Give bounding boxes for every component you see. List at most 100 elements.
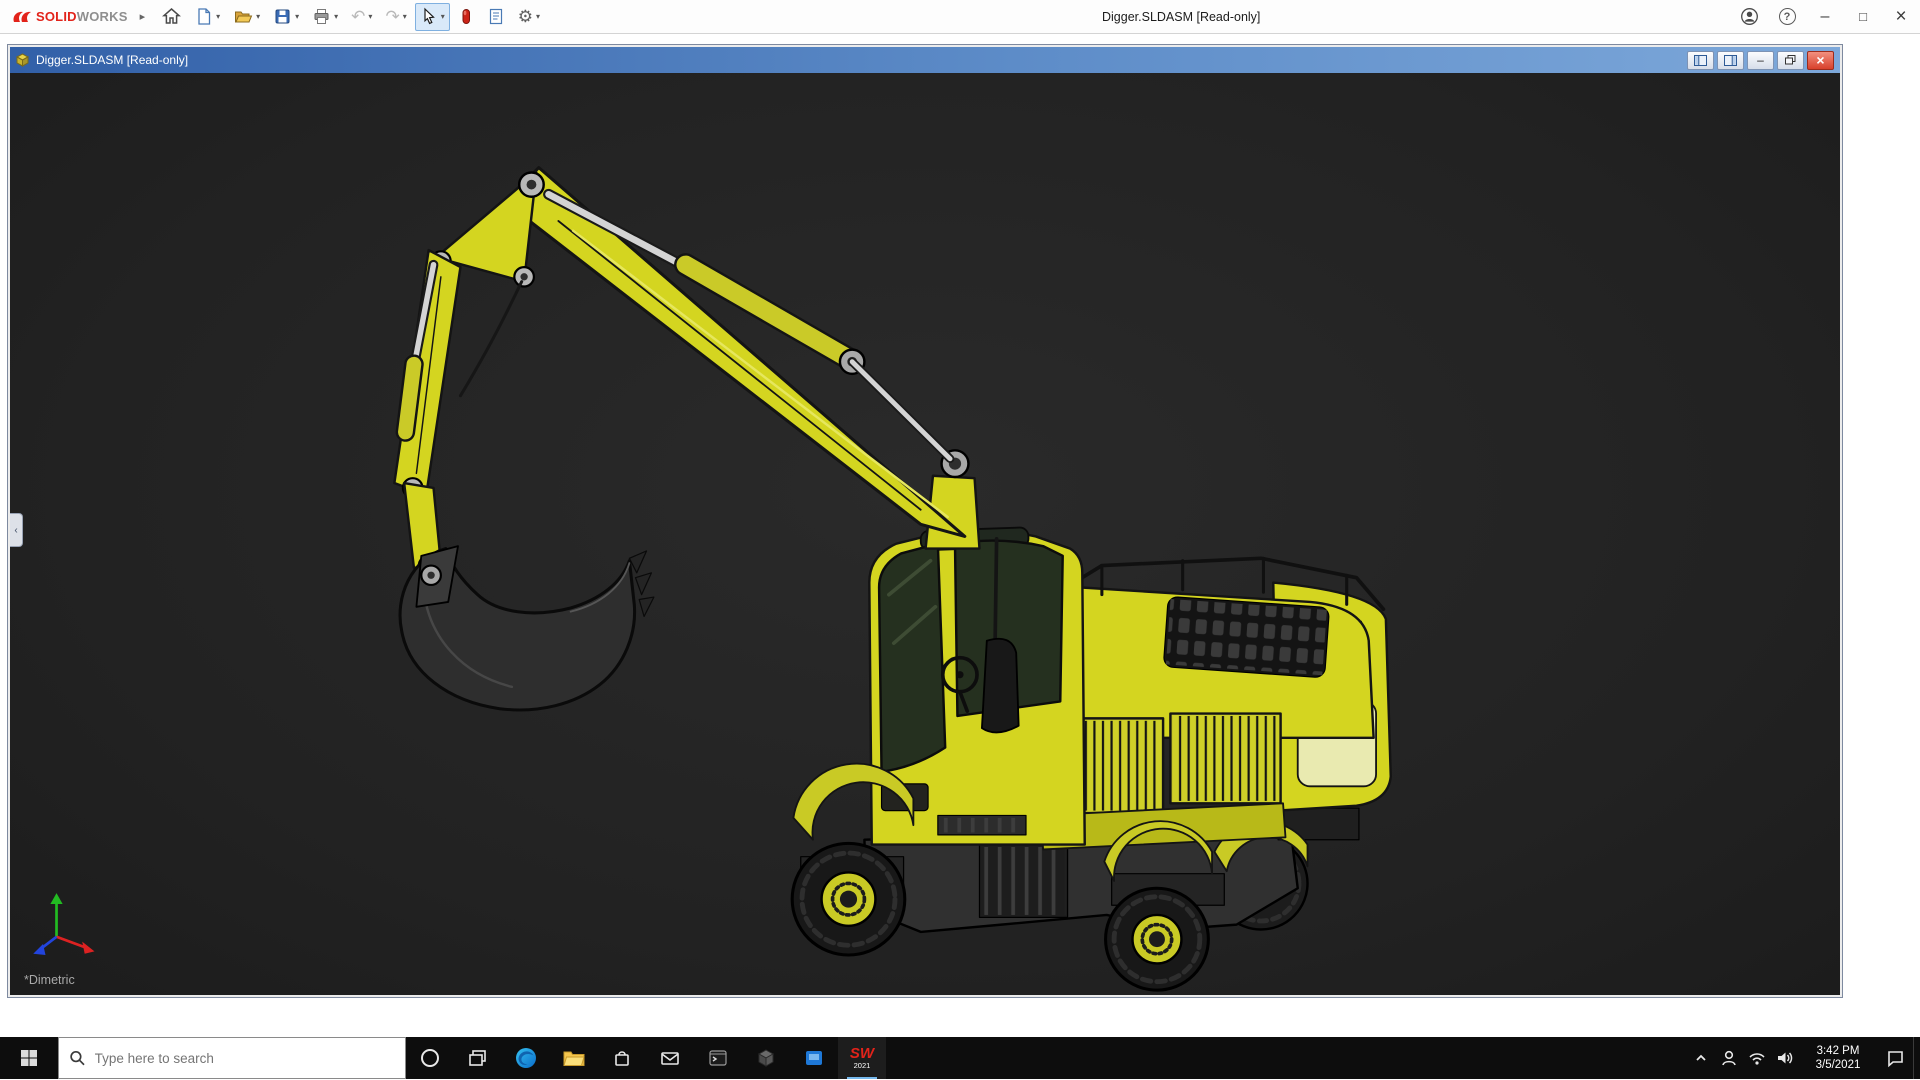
search-input[interactable]	[94, 1050, 395, 1066]
maximize-button[interactable]: □	[1844, 0, 1882, 34]
file-properties-button[interactable]	[482, 3, 510, 31]
open-button[interactable]: ▾	[228, 3, 265, 31]
file-properties-icon	[489, 8, 502, 25]
edge-button[interactable]	[502, 1037, 550, 1079]
help-icon: ?	[1778, 8, 1796, 25]
dropdown-caret-icon[interactable]: ▾	[216, 12, 220, 21]
cad-viewer-app-button[interactable]	[742, 1037, 790, 1079]
task-view-button[interactable]	[454, 1037, 502, 1079]
quick-access-toolbar: ▾ ▾ ▾ ▾ ↶ ▾ ↷ ▾ ▾ ⚙ ▾	[157, 2, 545, 31]
logo-text-solid: SOLID	[36, 9, 77, 24]
blue-window-app-icon	[806, 1051, 822, 1065]
select-cursor-icon	[424, 7, 435, 25]
solidworks-app: SOLID WORKS ▸ ▾ ▾ ▾ ▾ ↶ ▾ ↷ ▾ ▾ ⚙ ▾ Digg…	[0, 0, 1920, 1080]
panel-collapse-tab[interactable]: ‹	[10, 513, 23, 547]
orientation-triad	[33, 893, 95, 955]
clock-date: 3/5/2021	[1815, 1059, 1861, 1071]
chevron-up-icon	[1696, 1054, 1706, 1061]
account-button[interactable]	[1730, 0, 1768, 34]
dropdown-caret-icon[interactable]: ▾	[295, 12, 299, 21]
terminal-app-button[interactable]	[694, 1037, 742, 1079]
collapse-arrow-icon: ‹	[14, 524, 18, 536]
cube-app-icon	[757, 1049, 775, 1067]
dropdown-caret-icon[interactable]: ▾	[368, 12, 372, 21]
close-button[interactable]: ×	[1882, 0, 1920, 34]
pane-right-icon	[1724, 54, 1737, 66]
titlebar-controls: ? – □ ×	[1730, 0, 1920, 33]
pane-toggle-left-button[interactable]	[1687, 50, 1714, 70]
restore-icon	[1785, 55, 1796, 65]
action-center-button[interactable]	[1877, 1037, 1913, 1079]
select-button[interactable]: ▾	[414, 2, 450, 31]
dropdown-caret-icon[interactable]: ▾	[403, 12, 407, 21]
document-window: Digger.SLDASM [Read-only] – × ‹ *Dimetri…	[7, 44, 1843, 998]
pane-toggle-right-button[interactable]	[1717, 50, 1744, 70]
mail-button[interactable]	[646, 1037, 694, 1079]
rebuild-icon	[462, 9, 470, 24]
dropdown-caret-icon[interactable]: ▾	[536, 12, 540, 21]
people-tray-button[interactable]	[1715, 1037, 1743, 1079]
undo-icon: ↶	[351, 7, 366, 26]
redo-button[interactable]: ↷ ▾	[380, 3, 411, 31]
taskbar-search[interactable]	[58, 1037, 406, 1079]
save-icon	[275, 9, 290, 24]
undo-button[interactable]: ↶ ▾	[346, 3, 377, 31]
dropdown-caret-icon[interactable]: ▾	[256, 12, 260, 21]
edge-icon	[516, 1048, 536, 1068]
file-explorer-icon	[563, 1051, 585, 1066]
document-close-button[interactable]: ×	[1807, 50, 1834, 70]
person-icon	[1722, 1050, 1736, 1066]
viewport-3d[interactable]: ‹ *Dimetric	[10, 73, 1840, 995]
dropdown-caret-icon[interactable]: ▾	[441, 12, 445, 21]
windows-logo-icon	[21, 1050, 37, 1066]
document-title: Digger.SLDASM [Read-only]	[36, 53, 189, 67]
close-icon: ×	[1895, 5, 1907, 27]
home-button[interactable]	[157, 3, 186, 31]
document-restore-button[interactable]	[1777, 50, 1804, 70]
view-orientation-label: *Dimetric	[24, 973, 75, 987]
action-center-icon	[1888, 1051, 1903, 1068]
task-view-icon	[469, 1050, 486, 1066]
taskbar-clock[interactable]: 3:42 PM 3/5/2021	[1799, 1037, 1877, 1079]
wifi-icon	[1749, 1053, 1765, 1065]
excavator-model	[33, 166, 1392, 992]
home-icon	[162, 8, 182, 24]
mail-icon	[661, 1052, 679, 1065]
speaker-icon	[1778, 1052, 1793, 1064]
file-explorer-button[interactable]	[550, 1037, 598, 1079]
solidworks-app-icon: SW 2021	[849, 1045, 875, 1071]
window-title: Digger.SLDASM [Read-only]	[1102, 10, 1261, 24]
assembly-document-icon	[15, 52, 30, 67]
dropdown-caret-icon[interactable]: ▾	[334, 12, 338, 21]
network-tray-button[interactable]	[1743, 1037, 1771, 1079]
search-icon	[70, 1050, 85, 1066]
document-minimize-button[interactable]: –	[1747, 50, 1774, 70]
clock-time: 3:42 PM	[1816, 1045, 1860, 1057]
gear-icon: ⚙	[517, 7, 533, 26]
start-button[interactable]	[0, 1037, 58, 1079]
save-button[interactable]: ▾	[268, 3, 304, 31]
print-icon	[314, 9, 329, 24]
print-button[interactable]: ▾	[307, 3, 343, 31]
account-icon	[1740, 8, 1758, 25]
rebuild-button[interactable]	[453, 3, 479, 31]
show-desktop-button[interactable]	[1913, 1037, 1920, 1079]
minimize-button[interactable]: –	[1806, 0, 1844, 34]
show-hidden-icons-button[interactable]	[1687, 1037, 1715, 1079]
minimize-icon: –	[1820, 7, 1830, 25]
new-document-button[interactable]: ▾	[189, 3, 225, 31]
store-button[interactable]	[598, 1037, 646, 1079]
toolbar-expander-icon[interactable]: ▸	[140, 10, 146, 23]
terminal-icon	[709, 1050, 727, 1066]
store-icon	[615, 1051, 629, 1066]
volume-tray-button[interactable]	[1771, 1037, 1799, 1079]
document-titlebar[interactable]: Digger.SLDASM [Read-only] – ×	[10, 47, 1840, 73]
solidworks-taskbar-button[interactable]: SW 2021	[838, 1037, 886, 1079]
redo-icon: ↷	[385, 7, 400, 26]
cortana-button[interactable]	[406, 1037, 454, 1079]
document-window-controls: – ×	[1687, 50, 1836, 70]
solidworks-logo: SOLID WORKS	[0, 9, 134, 25]
help-button[interactable]: ?	[1768, 0, 1806, 34]
options-button[interactable]: ⚙ ▾	[513, 3, 545, 31]
remote-desktop-app-button[interactable]	[790, 1037, 838, 1079]
